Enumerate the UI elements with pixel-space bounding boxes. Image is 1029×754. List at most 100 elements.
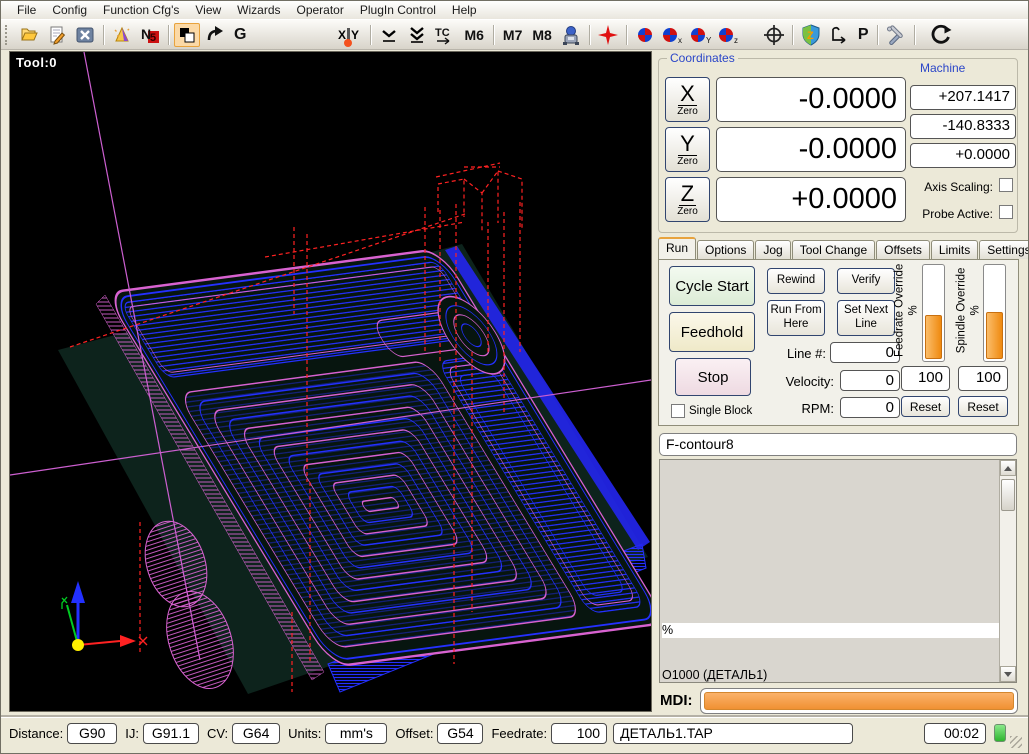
units-indicator[interactable]: mm's xyxy=(325,723,387,744)
single-block-checkbox[interactable] xyxy=(671,404,685,418)
menu-file[interactable]: File xyxy=(9,1,44,19)
safe-z-shield-icon[interactable]: Z xyxy=(798,23,824,47)
toolbar-separator xyxy=(103,25,104,45)
z-down-fast-icon[interactable] xyxy=(404,23,430,47)
stop-button[interactable]: Stop xyxy=(675,358,751,396)
spindle-override-slider[interactable] xyxy=(983,264,1006,362)
m7-icon[interactable]: M7 xyxy=(499,23,526,47)
toolbar-grip[interactable] xyxy=(5,25,11,45)
set-next-line-button[interactable]: Set Next Line xyxy=(837,300,895,336)
display-toggle-icon[interactable] xyxy=(174,23,200,47)
y-axis-letter: Y xyxy=(678,132,697,156)
velocity-field[interactable]: 0 xyxy=(840,370,900,391)
cycle-start-button[interactable]: Cycle Start xyxy=(669,266,755,306)
menu-view[interactable]: View xyxy=(187,1,229,19)
goto-origin-icon[interactable] xyxy=(761,23,787,47)
gcode-g-icon[interactable]: G xyxy=(230,23,250,47)
ref-all-icon[interactable] xyxy=(632,23,658,47)
x-dro[interactable]: -0.0000 xyxy=(716,77,906,122)
cv-mode-indicator[interactable]: G64 xyxy=(232,723,280,744)
y-dro[interactable]: -0.0000 xyxy=(716,127,906,172)
feedrate-label: Feedrate: xyxy=(491,726,547,741)
mdi-input[interactable] xyxy=(700,688,1018,714)
scroll-up-button[interactable] xyxy=(1000,460,1016,476)
regen-toolpath-icon[interactable] xyxy=(202,23,228,47)
ref-y-icon[interactable]: Y xyxy=(688,23,714,47)
y-zero-button[interactable]: Y Zero xyxy=(665,127,710,172)
feedhold-button[interactable]: Feedhold xyxy=(669,312,755,352)
tab-tool-change[interactable]: Tool Change xyxy=(792,240,875,259)
tab-jog[interactable]: Jog xyxy=(755,240,790,259)
feedrate-override-slider[interactable] xyxy=(922,264,945,362)
edit-file-icon[interactable] xyxy=(44,23,70,47)
menu-config[interactable]: Config xyxy=(44,1,95,19)
toolpath-viewport[interactable]: Tool:0 xyxy=(9,51,652,712)
offset-indicator[interactable]: G54 xyxy=(437,723,483,744)
tab-limits[interactable]: Limits xyxy=(931,240,978,259)
zero-label: Zero xyxy=(677,106,698,117)
park-icon[interactable]: P xyxy=(854,23,873,47)
line-number-field[interactable]: 0 xyxy=(830,342,900,363)
distance-mode-indicator[interactable]: G90 xyxy=(67,723,117,744)
tab-offsets[interactable]: Offsets xyxy=(876,240,930,259)
spindle-reset-button[interactable]: Reset xyxy=(958,396,1008,417)
single-block-label: Single Block xyxy=(689,405,752,417)
line-number-label: Line #: xyxy=(754,346,826,361)
tool-change-icon[interactable]: TC xyxy=(432,23,458,47)
program-name-field[interactable]: F-contour8 xyxy=(659,433,1017,456)
m6-icon[interactable]: M6 xyxy=(460,23,487,47)
run-from-here-button[interactable]: Run From Here xyxy=(767,300,825,336)
rpm-label: RPM: xyxy=(777,401,834,416)
status-led xyxy=(994,724,1006,742)
coolant-robot-icon[interactable] xyxy=(558,23,584,47)
rewind-button[interactable]: Rewind xyxy=(767,268,825,294)
nightv-logo-icon[interactable]: 5N xyxy=(137,23,163,47)
z-zero-button[interactable]: Z Zero xyxy=(665,177,710,222)
ij-mode-indicator[interactable]: G91.1 xyxy=(143,723,199,744)
gcode-line-current[interactable]: % xyxy=(662,623,999,638)
m8-icon[interactable]: M8 xyxy=(528,23,555,47)
gcode-line[interactable]: O1000 (ДЕТАЛЬ1) xyxy=(662,668,999,682)
z-down-icon[interactable] xyxy=(376,23,402,47)
feedrate-override-label: Feedrate Override % xyxy=(893,262,922,358)
verify-button[interactable]: Verify xyxy=(837,268,895,294)
gcode-list[interactable]: % O1000 (ДЕТАЛЬ1) (Postprocessor modifie… xyxy=(659,459,1017,683)
goto-xy-zero-icon[interactable]: XY xyxy=(331,23,365,47)
loaded-file-name: ДЕТАЛЬ1.TAP xyxy=(613,723,853,744)
mdi-label: MDI: xyxy=(660,692,693,709)
rpm-field[interactable]: 0 xyxy=(840,397,900,418)
open-file-icon[interactable] xyxy=(16,23,42,47)
resize-grip[interactable] xyxy=(1010,736,1022,748)
scroll-down-button[interactable] xyxy=(1000,666,1016,682)
probe-active-checkbox[interactable] xyxy=(999,205,1013,219)
close-file-icon[interactable] xyxy=(72,23,98,47)
feedrate-override-value[interactable]: 100 xyxy=(901,366,950,391)
settings-tools-icon[interactable] xyxy=(883,23,909,47)
menu-plugin-control[interactable]: PlugIn Control xyxy=(352,1,444,19)
feedrate-override-fill xyxy=(925,315,942,359)
toolbar: 5N G XY TC M6 M7 M8 x Y z Z P xyxy=(1,19,1028,50)
feedrate-indicator[interactable]: 100 xyxy=(551,723,607,744)
tab-run[interactable]: Run xyxy=(658,237,696,259)
menu-help[interactable]: Help xyxy=(444,1,485,19)
tab-options[interactable]: Options xyxy=(697,240,754,259)
feedrate-reset-button[interactable]: Reset xyxy=(901,396,950,417)
x-zero-button[interactable]: X Zero xyxy=(665,77,710,122)
triangle-up-icon xyxy=(1004,466,1012,471)
axis-scaling-checkbox[interactable] xyxy=(999,178,1013,192)
ref-x-icon[interactable]: x xyxy=(660,23,686,47)
gcode-lines[interactable]: % O1000 (ДЕТАЛЬ1) (Postprocessor modifie… xyxy=(660,460,999,682)
menu-operator[interactable]: Operator xyxy=(289,1,352,19)
refresh-icon[interactable] xyxy=(929,23,955,47)
emergency-cross-icon[interactable] xyxy=(595,23,621,47)
menu-wizards[interactable]: Wizards xyxy=(229,1,288,19)
machine-coords-icon[interactable] xyxy=(826,23,852,47)
scrollbar-thumb[interactable] xyxy=(1001,479,1015,511)
tab-settings[interactable]: Settings xyxy=(979,240,1029,259)
wizards-icon[interactable] xyxy=(109,23,135,47)
ref-z-icon[interactable]: z xyxy=(716,23,742,47)
spindle-override-value[interactable]: 100 xyxy=(958,366,1008,391)
cv-label: CV: xyxy=(207,726,228,741)
gcode-scrollbar[interactable] xyxy=(999,460,1016,682)
menu-function-cfgs[interactable]: Function Cfg's xyxy=(95,1,187,19)
